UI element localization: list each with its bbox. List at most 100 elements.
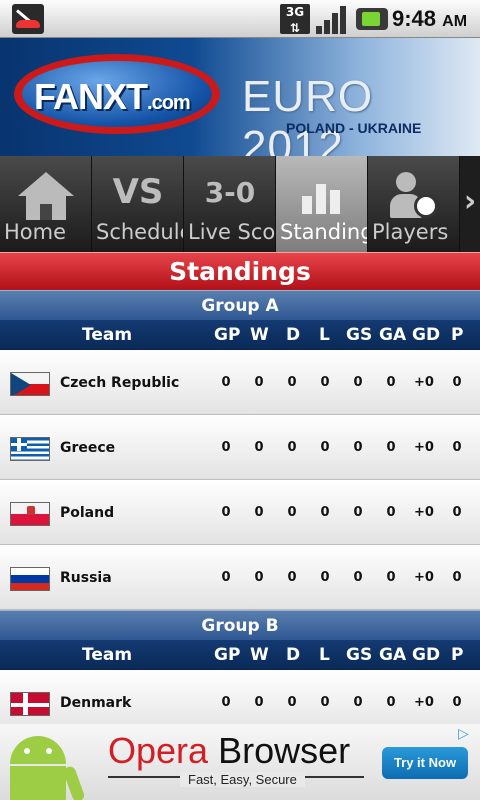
table-row[interactable]: Czech Republic 0 0 0 0 0 0 +0 0 [0, 350, 480, 415]
ad-product: Browser [218, 730, 351, 771]
ad-title: Opera Browser [108, 730, 350, 772]
ad-banner[interactable]: Opera Browser Fast, Easy, Secure Try it … [0, 724, 480, 800]
col-d: D [286, 325, 301, 345]
stat-gs: 0 [353, 440, 363, 455]
stat-gp: 0 [221, 505, 231, 520]
flag-czech-republic [10, 372, 50, 396]
ad-choices-icon[interactable]: ▷ [458, 726, 476, 744]
stat-gs: 0 [353, 375, 363, 390]
stat-gd: +0 [414, 375, 434, 390]
stat-d: 0 [287, 375, 297, 390]
column-header: Team GP W D L GS GA GD P [0, 320, 480, 350]
col-w: W [250, 645, 269, 665]
stat-gd: +0 [414, 505, 434, 520]
stat-l: 0 [320, 695, 330, 710]
tab-schedule[interactable]: VS Schedule [92, 156, 184, 252]
players-icon [390, 172, 440, 222]
stat-gs: 0 [353, 570, 363, 585]
tab-schedule-label: Schedule [96, 220, 184, 244]
col-gs: GS [346, 645, 373, 665]
app-logo: FANXT.com [34, 76, 191, 118]
col-ga: GA [379, 645, 407, 665]
team-name: Denmark [60, 695, 132, 711]
stat-w: 0 [254, 505, 264, 520]
tabs-scroll-right-icon[interactable]: › [460, 156, 480, 252]
banner-title: EURO 2012 [242, 72, 374, 156]
stat-ga: 0 [386, 505, 396, 520]
team-name: Czech Republic [60, 375, 180, 391]
col-p: P [451, 325, 464, 345]
vs-icon: VS [112, 172, 164, 212]
stat-ga: 0 [386, 440, 396, 455]
column-header: Team GP W D L GS GA GD P [0, 640, 480, 670]
tab-live-score[interactable]: 3-0 Live Score [184, 156, 276, 252]
tab-home-label: Home [4, 220, 67, 244]
clock: 9:48 AM [392, 6, 467, 32]
clock-time: 9:48 [392, 6, 437, 31]
stat-ga: 0 [386, 570, 396, 585]
stat-p: 0 [452, 695, 462, 710]
stat-p: 0 [452, 375, 462, 390]
stat-ga: 0 [386, 375, 396, 390]
stat-p: 0 [452, 505, 462, 520]
stat-gp: 0 [221, 375, 231, 390]
stat-d: 0 [287, 440, 297, 455]
standings-list[interactable]: Group A Team GP W D L GS GA GD P Czech R… [0, 290, 480, 724]
team-name: Poland [60, 505, 115, 521]
team-name: Greece [60, 440, 116, 456]
stat-gd: +0 [414, 570, 434, 585]
flag-greece [10, 437, 50, 461]
android-icon [2, 736, 94, 800]
stat-gp: 0 [221, 695, 231, 710]
group-header: Group A [0, 290, 480, 320]
col-p: P [451, 645, 464, 665]
status-bar: 3G ⇅ 9:48 AM [0, 0, 480, 38]
table-row[interactable]: Russia 0 0 0 0 0 0 +0 0 [0, 545, 480, 610]
missed-call-icon[interactable] [12, 4, 44, 34]
stat-l: 0 [320, 440, 330, 455]
app-banner: FANXT.com EURO 2012 POLAND - UKRAINE [0, 38, 480, 156]
col-gs: GS [346, 325, 373, 345]
group-header: Group B [0, 610, 480, 640]
logo-text: FANXT [34, 76, 148, 117]
stat-gs: 0 [353, 695, 363, 710]
standings-icon [302, 172, 342, 214]
tab-standings-label: Standings [280, 220, 367, 244]
table-row[interactable]: Greece 0 0 0 0 0 0 +0 0 [0, 415, 480, 480]
stat-p: 0 [452, 440, 462, 455]
col-team: Team [82, 325, 133, 345]
tab-home[interactable]: Home [0, 156, 92, 252]
score-icon: 3-0 [204, 176, 256, 209]
stat-l: 0 [320, 570, 330, 585]
team-name: Russia [60, 570, 112, 586]
stat-w: 0 [254, 695, 264, 710]
col-gp: GP [214, 645, 241, 665]
stat-d: 0 [287, 570, 297, 585]
stat-gd: +0 [414, 695, 434, 710]
col-gp: GP [214, 325, 241, 345]
ad-brand: Opera [108, 730, 209, 771]
tab-standings[interactable]: Standings [276, 156, 368, 252]
stat-d: 0 [287, 505, 297, 520]
table-row[interactable]: Denmark 0 0 0 0 0 0 +0 0 [0, 670, 480, 724]
home-icon [18, 172, 74, 222]
battery-icon [356, 8, 388, 30]
flag-russia [10, 567, 50, 591]
col-gd: GD [412, 325, 441, 345]
flag-denmark [10, 692, 50, 716]
col-ga: GA [379, 325, 407, 345]
col-l: L [319, 325, 330, 345]
table-row[interactable]: Poland 0 0 0 0 0 0 +0 0 [0, 480, 480, 545]
ad-tagline: Fast, Easy, Secure [180, 772, 305, 787]
tab-players-label: Players [372, 220, 449, 244]
stat-l: 0 [320, 505, 330, 520]
try-it-now-button[interactable]: Try it Now [382, 747, 468, 779]
stat-w: 0 [254, 440, 264, 455]
stat-gp: 0 [221, 570, 231, 585]
flag-poland [10, 502, 50, 526]
stat-gs: 0 [353, 505, 363, 520]
col-l: L [319, 645, 330, 665]
tab-live-score-label: Live Score [188, 220, 276, 244]
tab-players[interactable]: Players [368, 156, 460, 252]
network-type: 3G [285, 5, 305, 19]
